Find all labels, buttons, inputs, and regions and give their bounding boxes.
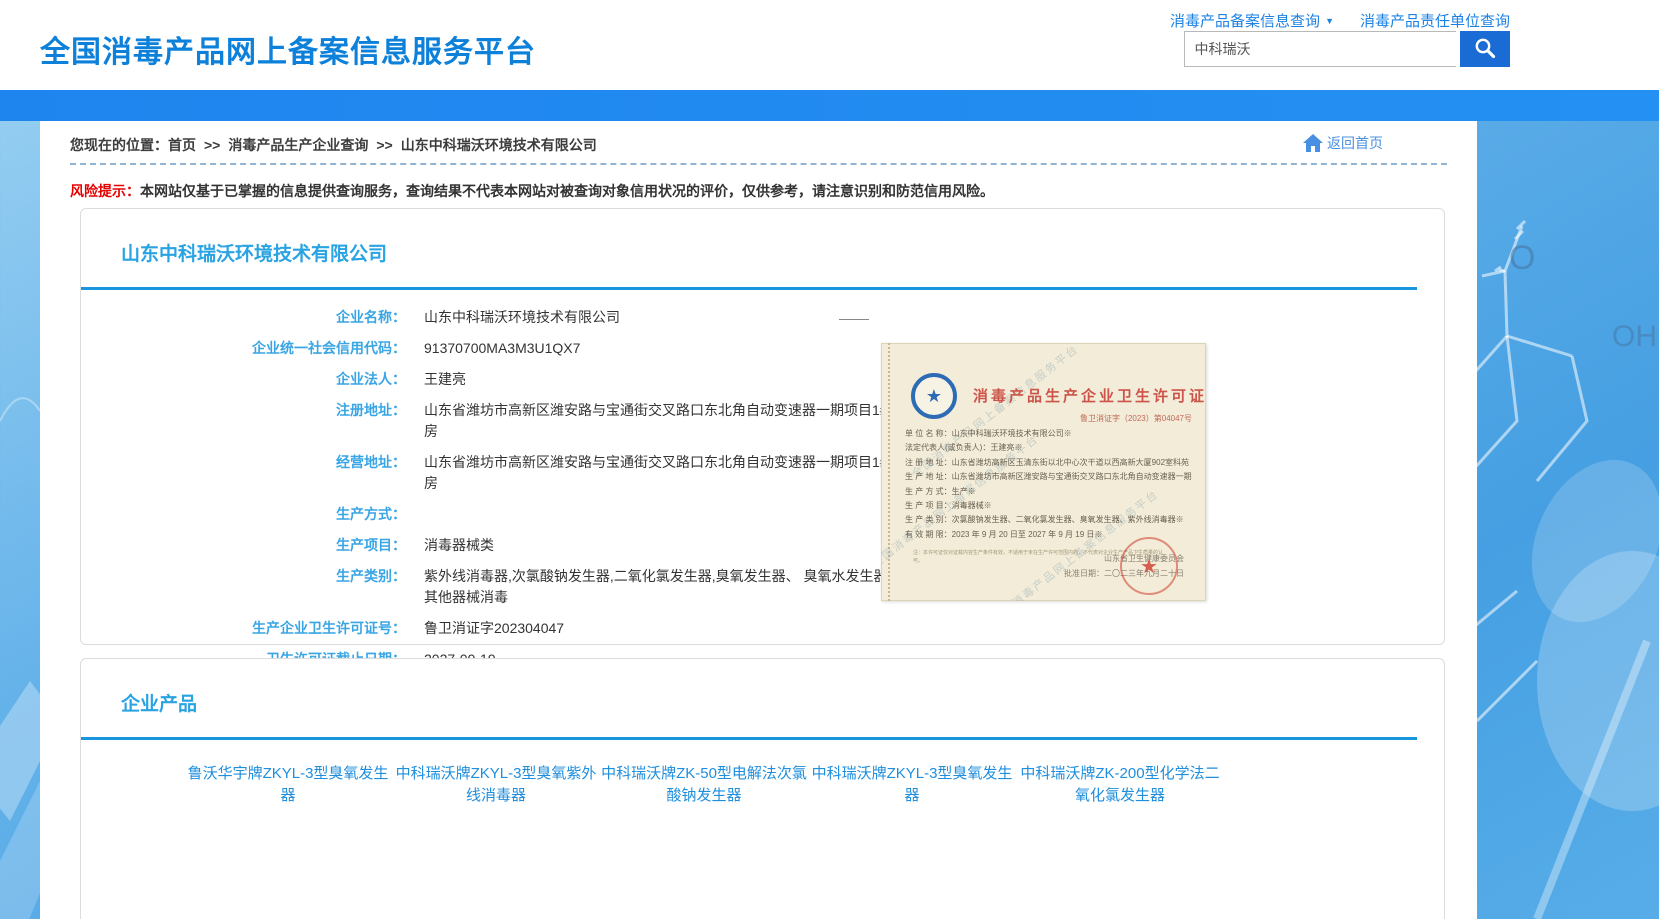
certificate-row: 生 产 项 目：消毒器械※ [905,499,1198,513]
product-list: 鲁沃华宇牌ZKYL-3型臭氧发生器中科瑞沃牌ZKYL-3型臭氧紫外线消毒器中科瑞… [185,763,1285,807]
svg-text:OH: OH [1612,320,1657,353]
risk-notice-label: 风险提示： [70,183,140,199]
page-header: 全国消毒产品网上备案信息服务平台 消毒产品备案信息查询▼ 消毒产品责任单位查询 [0,0,1659,90]
company-name-title: 山东中科瑞沃环境技术有限公司 [121,239,387,266]
field-row: 注册地址： 山东省潍坊市高新区潍安路与宝通街交叉路口东北角自动变速器一期项目1#… [81,400,941,442]
svg-text:O: O [1509,239,1535,277]
certificate-seal-icon: ★ [1120,537,1178,595]
breadcrumb-prefix: 您现在的位置： [70,137,168,153]
products-section-title: 企业产品 [121,689,197,716]
field-row: 生产项目： 消毒器械类 [81,535,941,556]
nav-record-info-query[interactable]: 消毒产品备案信息查询▼ [1170,13,1334,30]
site-title: 全国消毒产品网上备案信息服务平台 [40,27,536,71]
search-input[interactable] [1184,31,1456,67]
hygiene-license-certificate-image[interactable]: 全国消毒产品网上备案信息服务平台 全国消毒产品网上备案信息服务平台 全国消毒产品… [881,343,1206,601]
field-label: 生产企业卫生许可证号： [81,618,406,639]
field-row: 企业统一社会信用代码： 91370700MA3M3U1QX7 [81,338,941,359]
field-value: 鲁卫消证字202304047 [424,618,564,639]
section-rule [81,287,1417,290]
certificate-row: 生 产 类 别：次氯酸钠发生器、二氧化氯发生器、臭氧发生器、紫外线消毒器※ [905,513,1198,527]
company-fields: 企业名称： 山东中科瑞沃环境技术有限公司 企业统一社会信用代码： 9137070… [81,307,941,680]
certificate-row: 单 位 名 称：山东中科瑞沃环境技术有限公司※ [905,427,1198,441]
section-rule [81,737,1417,740]
field-row: 生产类别： 紫外线消毒器,次氯酸钠发生器,二氧化氯发生器,臭氧发生器、 臭氧水发… [81,566,941,608]
field-label: 企业统一社会信用代码： [81,338,406,359]
breadcrumb-separator: >> [204,137,220,153]
field-row: 企业名称： 山东中科瑞沃环境技术有限公司 [81,307,941,328]
main-content: 您现在的位置：首页 >> 消毒产品生产企业查询 >> 山东中科瑞沃环境技术有限公司 返回… [40,121,1477,919]
breadcrumb-enterprise-query[interactable]: 消毒产品生产企业查询 [228,137,368,153]
product-link[interactable]: 鲁沃华宇牌ZKYL-3型臭氧发生器 [185,763,391,807]
certificate-row: 生 产 方 式：生产※ [905,485,1198,499]
risk-notice-text: 本网站仅基于已掌握的信息提供查询服务，查询结果不代表本网站对被查询对象信用状况的… [140,183,994,199]
certificate-rows: 单 位 名 称：山东中科瑞沃环境技术有限公司※法定代表人(或负责人)：王建亮※注… [905,427,1198,542]
product-link[interactable]: 中科瑞沃牌ZK-50型电解法次氯酸钠发生器 [601,763,807,807]
field-row: 生产方式： [81,504,941,525]
product-link[interactable]: 中科瑞沃牌ZK-200型化学法二氧化氯发生器 [1017,763,1223,807]
search-button[interactable] [1460,31,1510,67]
home-icon [1302,133,1324,153]
field-value: 消毒器械类 [424,535,494,556]
field-value: 山东省潍坊市高新区潍安路与宝通街交叉路口东北角自动变速器一期项目1#厂房 [424,452,904,494]
field-label: 生产方式： [81,504,406,525]
product-link[interactable]: 中科瑞沃牌ZKYL-3型臭氧发生器 [809,763,1015,807]
certificate-title: 消毒产品生产企业卫生许可证 [973,385,1206,406]
image-placeholder-dash [839,319,869,320]
breadcrumb-separator: >> [376,137,392,153]
nav-responsible-unit-query[interactable]: 消毒产品责任单位查询 [1360,13,1510,30]
breadcrumb-current: 山东中科瑞沃环境技术有限公司 [401,137,597,153]
field-row: 企业法人： 王建亮 [81,369,941,390]
company-info-card: 山东中科瑞沃环境技术有限公司 企业名称： 山东中科瑞沃环境技术有限公司 企业统一… [80,208,1445,645]
certificate-row: 生 产 地 址：山东省潍坊市高新区潍安路与宝通街交叉路口东北角自动变速器一期 [905,470,1198,484]
field-label: 生产项目： [81,535,406,556]
dashed-divider [70,163,1447,165]
search-icon [1473,36,1497,63]
certificate-number: 鲁卫消证字（2023）第04047号 [1080,413,1192,424]
breadcrumb: 您现在的位置：首页 >> 消毒产品生产企业查询 >> 山东中科瑞沃环境技术有限公司 [70,135,597,155]
field-label: 生产类别： [81,566,406,608]
field-value: 山东中科瑞沃环境技术有限公司 [424,307,620,328]
risk-notice: 风险提示：本网站仅基于已掌握的信息提供查询服务，查询结果不代表本网站对被查询对象… [70,181,994,201]
background-decoration-left [0,121,40,919]
product-link[interactable]: 中科瑞沃牌ZKYL-3型臭氧紫外线消毒器 [393,763,599,807]
certificate-row: 注 册 地 址：山东省潍坊高新区玉清东街以北中心次干道以西高新大厦902室科苑 [905,456,1198,470]
field-value: 山东省潍坊市高新区潍安路与宝通街交叉路口东北角自动变速器一期项目1#厂房 [424,400,904,442]
certificate-row: 法定代表人(或负责人)：王建亮※ [905,441,1198,455]
certificate-emblem-icon: ★ [911,373,957,419]
field-row: 生产企业卫生许可证号： 鲁卫消证字202304047 [81,618,941,639]
field-label: 注册地址： [81,400,406,442]
field-value: 紫外线消毒器,次氯酸钠发生器,二氧化氯发生器,臭氧发生器、 臭氧水发生器,其他器… [424,566,904,608]
breadcrumb-home[interactable]: 首页 [168,137,196,153]
chevron-down-icon: ▼ [1325,16,1334,26]
search-box [1184,31,1510,67]
back-home-link[interactable]: 返回首页 [1302,133,1383,153]
header-band [0,90,1659,121]
background-decoration-right: O OH [1477,121,1659,919]
field-value: 91370700MA3M3U1QX7 [424,338,580,359]
top-nav: 消毒产品备案信息查询▼ 消毒产品责任单位查询 [1170,10,1510,31]
field-row: 经营地址： 山东省潍坊市高新区潍安路与宝通街交叉路口东北角自动变速器一期项目1#… [81,452,941,494]
field-label: 企业法人： [81,369,406,390]
company-products-card: 企业产品 鲁沃华宇牌ZKYL-3型臭氧发生器中科瑞沃牌ZKYL-3型臭氧紫外线消… [80,658,1445,919]
field-value: 王建亮 [424,369,466,390]
field-label: 企业名称： [81,307,406,328]
field-label: 经营地址： [81,452,406,494]
